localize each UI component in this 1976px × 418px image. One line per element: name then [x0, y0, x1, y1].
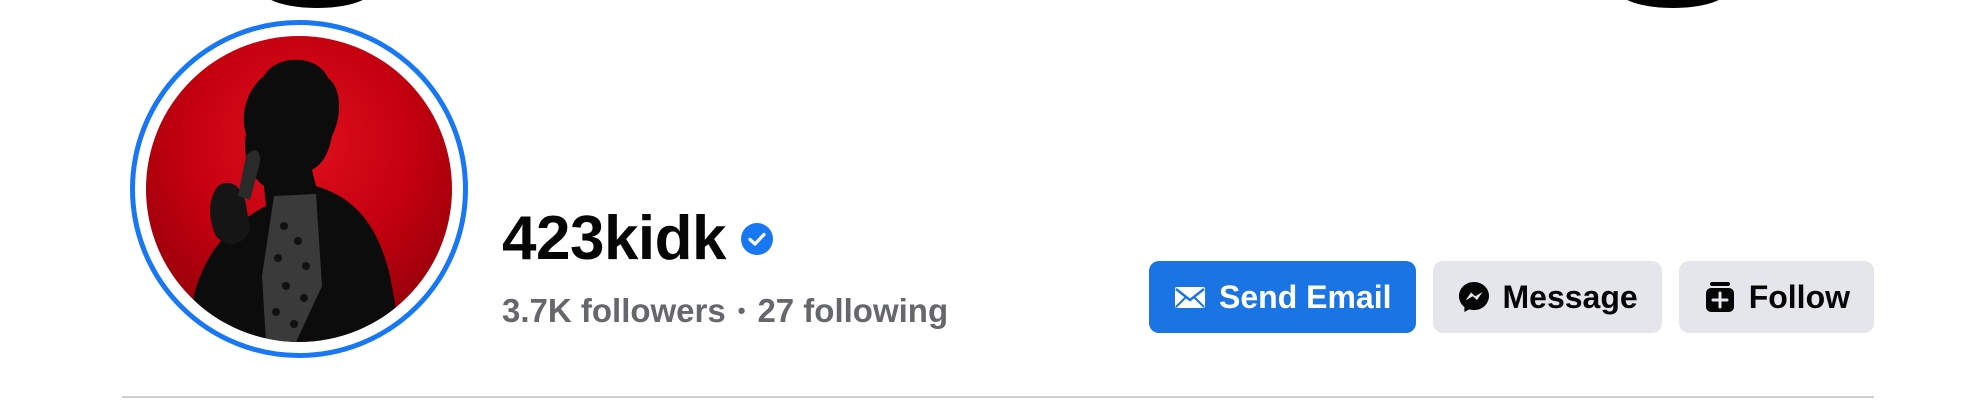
cover-photo-edge	[262, 0, 372, 8]
profile-actions: Send Email Message Follow	[1149, 261, 1874, 333]
following-count[interactable]: 27 following	[757, 292, 948, 330]
followers-count[interactable]: 3.7K followers	[502, 292, 726, 330]
cover-photo-edge	[1618, 0, 1728, 8]
profile-avatar[interactable]	[146, 36, 452, 342]
follow-label: Follow	[1748, 278, 1850, 315]
message-button[interactable]: Message	[1432, 261, 1662, 333]
verified-badge-icon	[741, 223, 774, 255]
message-label: Message	[1502, 278, 1638, 315]
follow-stats: 3.7K followers • 27 following	[502, 292, 948, 330]
section-divider	[122, 396, 1874, 398]
messenger-icon	[1458, 282, 1489, 312]
stats-separator: •	[737, 298, 746, 323]
follow-icon	[1705, 282, 1734, 312]
profile-name-row: 423kidk	[502, 208, 774, 270]
envelope-icon	[1175, 287, 1205, 308]
profile-photo	[186, 59, 402, 342]
send-email-label: Send Email	[1219, 278, 1392, 315]
send-email-button[interactable]: Send Email	[1149, 261, 1416, 333]
profile-name: 423kidk	[502, 204, 727, 273]
follow-button[interactable]: Follow	[1678, 261, 1874, 333]
